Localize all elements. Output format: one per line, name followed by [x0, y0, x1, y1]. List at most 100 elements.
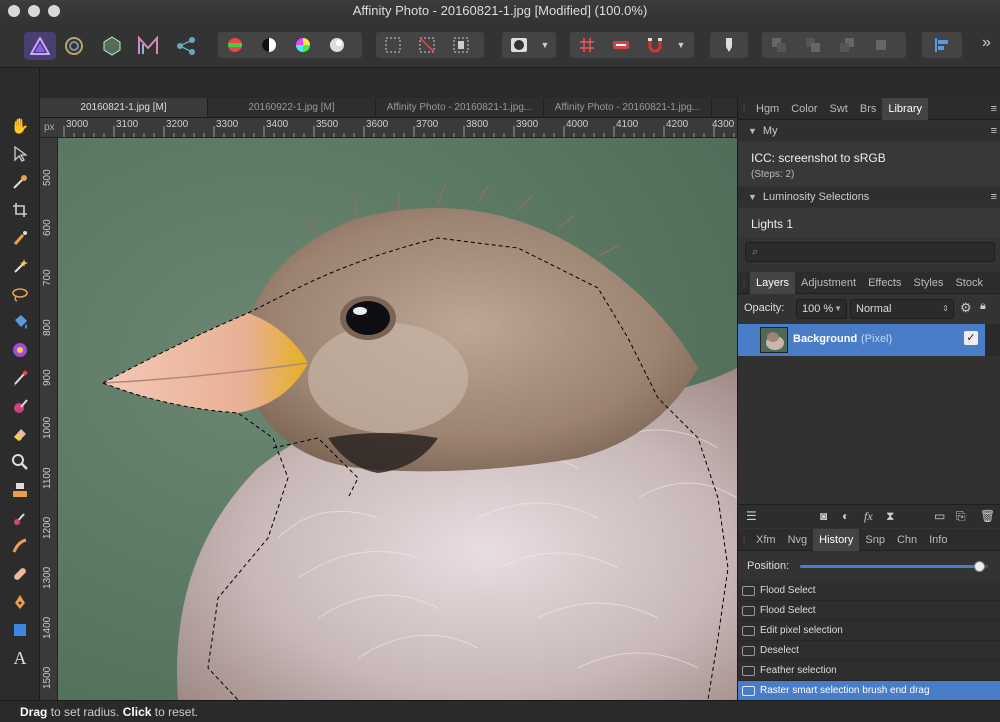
smudge-brush-icon[interactable]	[8, 534, 32, 558]
invert-selection-icon[interactable]	[444, 32, 478, 58]
tab-transform[interactable]: Xfm	[750, 529, 782, 551]
library-search-input[interactable]: ⌕	[745, 242, 995, 262]
adjustment-layer-icon[interactable]: ◐	[842, 509, 849, 523]
develop-persona-icon[interactable]	[96, 32, 128, 60]
history-item[interactable]: Flood Select	[738, 581, 1000, 601]
lock-icon[interactable]: 🔒︎	[980, 300, 986, 313]
grid-icon[interactable]	[570, 32, 604, 58]
panel-grip-icon[interactable]: ⁞	[738, 104, 750, 114]
clone-brush-icon[interactable]	[8, 478, 32, 502]
add-pixel-layer-icon[interactable]: ⎘	[956, 509, 966, 524]
contrast-icon[interactable]	[252, 32, 286, 58]
arrange-forward-icon[interactable]	[830, 32, 864, 58]
chevron-down-icon[interactable]: ▼	[536, 32, 554, 58]
move-tool-icon[interactable]	[8, 142, 32, 166]
close-window-button[interactable]	[8, 5, 20, 17]
text-tool-icon[interactable]: A	[8, 646, 32, 670]
pen-tool-icon[interactable]	[8, 590, 32, 614]
position-slider[interactable]	[800, 561, 988, 572]
levels-icon[interactable]	[218, 32, 252, 58]
rectangle-tool-icon[interactable]	[8, 618, 32, 642]
section-menu-icon[interactable]: ≡	[991, 187, 997, 207]
tab-history[interactable]: History	[813, 528, 860, 551]
freehand-selection-icon[interactable]	[8, 282, 32, 306]
layers-list[interactable]	[738, 356, 1000, 504]
document-tab[interactable]: Affinity Photo - 20160821-1.jpg...	[544, 98, 712, 117]
photo-persona-icon[interactable]	[24, 32, 56, 60]
brush-mode-icon[interactable]	[712, 32, 746, 58]
macro-item[interactable]: ICC: screenshot to sRGB (Steps: 2)	[738, 142, 1000, 186]
opacity-dropdown[interactable]: 100 % ▼	[796, 299, 847, 319]
delete-layer-icon[interactable]: 🗑︎	[980, 509, 995, 523]
selection-brush-icon[interactable]	[8, 226, 32, 250]
panel-grip-icon[interactable]: ⁞	[738, 278, 750, 288]
layer-visibility-checkbox[interactable]: ✓	[964, 331, 978, 345]
live-filter-icon[interactable]: ⧗	[886, 509, 894, 524]
healing-brush-icon[interactable]	[8, 562, 32, 586]
snapping-magnet-icon[interactable]	[638, 32, 672, 58]
arrange-backward-icon[interactable]	[796, 32, 830, 58]
erase-brush-icon[interactable]	[8, 394, 32, 418]
tab-color[interactable]: Color	[785, 98, 823, 120]
disclosure-triangle-icon[interactable]: ▼	[748, 192, 757, 202]
group-folder-icon[interactable]: ▭	[934, 509, 945, 523]
gradient-tool-icon[interactable]	[8, 338, 32, 362]
select-all-icon[interactable]	[376, 32, 410, 58]
color-picker-icon[interactable]	[8, 170, 32, 194]
disclosure-triangle-icon[interactable]: ▼	[748, 126, 757, 136]
toolbar-overflow-button[interactable]: »	[982, 34, 991, 52]
position-slider-knob[interactable]	[973, 561, 985, 572]
layer-row[interactable]: Background (Pixel) ✓	[738, 324, 986, 356]
history-item[interactable]: Deselect	[738, 641, 1000, 661]
section-menu-icon[interactable]: ≡	[991, 121, 997, 141]
flood-select-icon[interactable]	[8, 254, 32, 278]
document-tab[interactable]: Affinity Photo - 20160821-1.jpg...	[376, 98, 544, 117]
tab-snapshots[interactable]: Snp	[859, 529, 891, 551]
quick-mask-icon[interactable]	[502, 32, 536, 58]
tab-stock[interactable]: Stock	[949, 272, 989, 294]
eraser-icon[interactable]	[8, 422, 32, 446]
view-tool-icon[interactable]: ✋	[8, 114, 32, 138]
macro-item[interactable]: Lights 1	[738, 208, 1000, 238]
chevron-down-icon[interactable]: ▼	[672, 32, 690, 58]
tab-info[interactable]: Info	[923, 529, 953, 551]
deselect-icon[interactable]	[410, 32, 444, 58]
document-tab[interactable]: 20160922-1.jpg [M]	[208, 98, 376, 117]
tab-brushes[interactable]: Brs	[854, 98, 883, 120]
history-item[interactable]: Raster smart selection brush end drag	[738, 681, 1000, 701]
tab-histogram[interactable]: Hgm	[750, 98, 785, 120]
assistant-icon[interactable]	[604, 32, 638, 58]
library-section-my[interactable]: ▼ My ≡	[738, 121, 1000, 141]
horizontal-ruler[interactable]: px 3000 3100 3200 3300 3400 3500 3600 37…	[40, 118, 737, 138]
vertical-ruler[interactable]: 500 600 700 800 900 1000 1100 1200 1300 …	[40, 138, 58, 700]
tab-effects[interactable]: Effects	[862, 272, 907, 294]
dodge-brush-icon[interactable]	[8, 506, 32, 530]
tab-styles[interactable]: Styles	[908, 272, 950, 294]
document-tab[interactable]: 20160821-1.jpg [M]	[40, 98, 208, 117]
tab-library[interactable]: Library	[882, 97, 928, 120]
document-canvas[interactable]	[58, 138, 737, 700]
tab-layers[interactable]: Layers	[750, 271, 796, 294]
tab-channels[interactable]: Chn	[891, 529, 923, 551]
liquify-persona-icon[interactable]	[58, 32, 90, 60]
tone-mapping-persona-icon[interactable]	[132, 32, 164, 60]
fill-tool-icon[interactable]	[8, 310, 32, 334]
zoom-tool-icon[interactable]	[8, 450, 32, 474]
panel-grip-icon[interactable]: ⁞	[738, 535, 750, 545]
library-section-luminosity[interactable]: ▼ Luminosity Selections ≡	[738, 187, 1000, 207]
history-item[interactable]: Edit pixel selection	[738, 621, 1000, 641]
export-persona-icon[interactable]	[170, 32, 202, 60]
panel-menu-icon[interactable]: ≡	[991, 103, 997, 115]
arrange-back-icon[interactable]	[762, 32, 796, 58]
crop-tool-icon[interactable]	[8, 198, 32, 222]
history-item[interactable]: Feather selection	[738, 661, 1000, 681]
gear-icon[interactable]: ⚙	[960, 300, 972, 316]
blend-mode-dropdown[interactable]: Normal ⇕	[850, 299, 954, 319]
minimize-window-button[interactable]	[28, 5, 40, 17]
tab-swatches[interactable]: Swt	[824, 98, 854, 120]
white-balance-icon[interactable]	[320, 32, 354, 58]
tab-navigator[interactable]: Nvg	[782, 529, 814, 551]
arrange-front-icon[interactable]	[864, 32, 898, 58]
history-item[interactable]: Flood Select	[738, 601, 1000, 621]
paint-brush-icon[interactable]	[8, 366, 32, 390]
